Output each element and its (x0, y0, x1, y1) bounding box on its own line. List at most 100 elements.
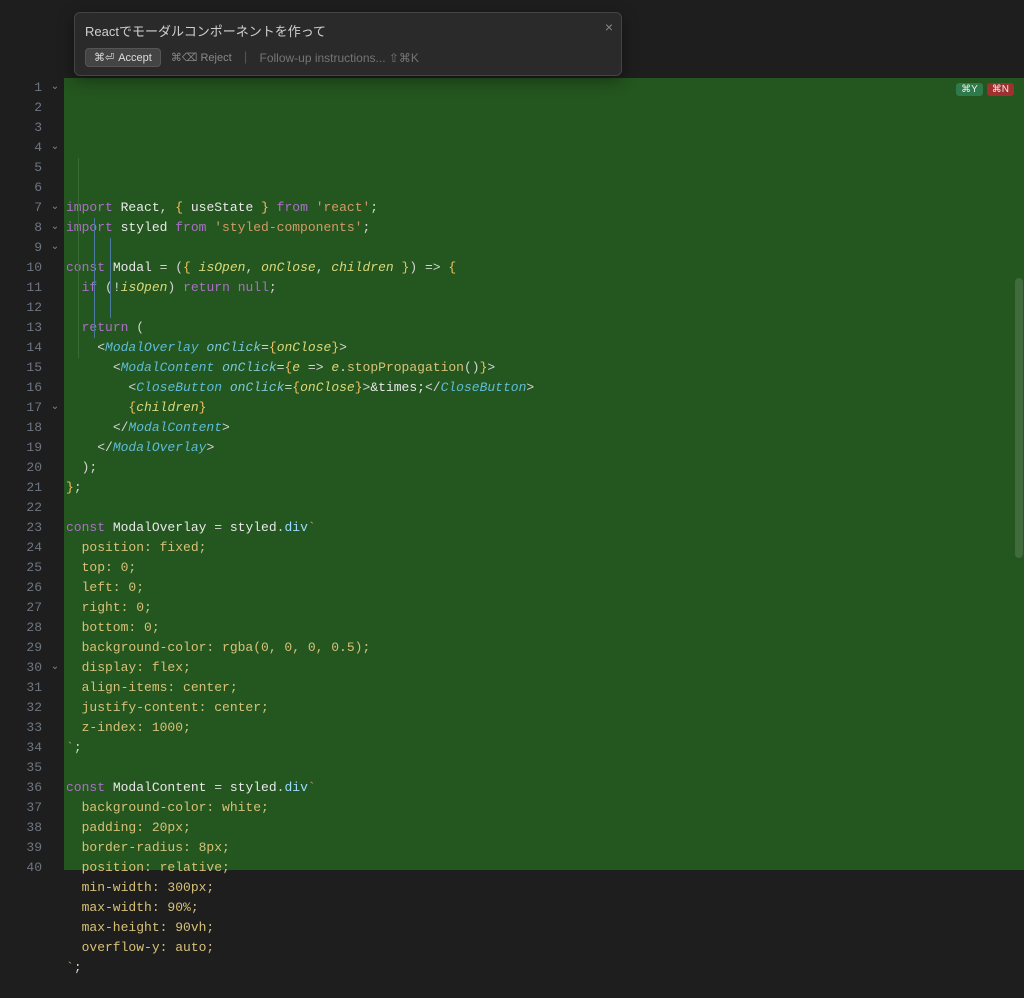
line-number: 27 (0, 598, 42, 618)
vertical-scrollbar[interactable] (1014, 78, 1024, 870)
code-line[interactable] (66, 758, 1024, 778)
code-line[interactable]: left: 0; (66, 578, 1024, 598)
code-line[interactable]: position: relative; (66, 858, 1024, 878)
code-line[interactable]: import styled from 'styled-components'; (66, 218, 1024, 238)
code-line[interactable]: import React, { useState } from 'react'; (66, 198, 1024, 218)
code-line[interactable]: <ModalContent onClick={e => e.stopPropag… (66, 358, 1024, 378)
chevron-down-icon[interactable]: ⌄ (46, 218, 64, 238)
code-line[interactable]: const Modal = ({ isOpen, onClose, childr… (66, 258, 1024, 278)
chevron-down-icon[interactable]: ⌄ (46, 238, 64, 258)
code-line[interactable] (66, 238, 1024, 258)
code-line[interactable]: background-color: white; (66, 798, 1024, 818)
line-number: 5 (0, 158, 42, 178)
fold-spacer (46, 458, 64, 478)
fold-spacer (46, 538, 64, 558)
code-line[interactable]: const ModalContent = styled.div` (66, 778, 1024, 798)
code-line[interactable]: min-width: 300px; (66, 878, 1024, 898)
line-number: 29 (0, 638, 42, 658)
line-number: 18 (0, 418, 42, 438)
code-line[interactable]: z-index: 1000; (66, 718, 1024, 738)
line-number: 4 (0, 138, 42, 158)
accept-shortcut-badge[interactable]: ⌘Y (956, 83, 983, 96)
code-line[interactable]: `; (66, 738, 1024, 758)
code-line[interactable]: position: fixed; (66, 538, 1024, 558)
ai-inline-panel: Reactでモーダルコンポーネントを作って × ⌘⏎ Accept ⌘⌫ Rej… (74, 12, 622, 76)
chevron-down-icon[interactable]: ⌄ (46, 78, 64, 98)
code-line[interactable]: max-height: 90vh; (66, 918, 1024, 938)
line-number: 9 (0, 238, 42, 258)
code-line[interactable]: ); (66, 458, 1024, 478)
line-number: 33 (0, 718, 42, 738)
code-line[interactable]: <ModalOverlay onClick={onClose}> (66, 338, 1024, 358)
code-line[interactable]: border-radius: 8px; (66, 838, 1024, 858)
followup-input[interactable] (259, 51, 611, 65)
code-line[interactable]: background-color: rgba(0, 0, 0, 0.5); (66, 638, 1024, 658)
chevron-down-icon[interactable]: ⌄ (46, 198, 64, 218)
code-line[interactable]: top: 0; (66, 558, 1024, 578)
accept-kbd: ⌘⏎ (94, 51, 114, 64)
code-line[interactable]: padding: 20px; (66, 818, 1024, 838)
code-line[interactable]: <CloseButton onClick={onClose}>&times;</… (66, 378, 1024, 398)
fold-spacer (46, 318, 64, 338)
code-line[interactable]: bottom: 0; (66, 618, 1024, 638)
code-line[interactable]: {children} (66, 398, 1024, 418)
chevron-down-icon[interactable]: ⌄ (46, 138, 64, 158)
scrollbar-thumb[interactable] (1015, 278, 1023, 558)
code-line[interactable]: `; (66, 958, 1024, 978)
chevron-down-icon[interactable]: ⌄ (46, 658, 64, 678)
line-number: 23 (0, 518, 42, 538)
line-number: 6 (0, 178, 42, 198)
code-line[interactable]: right: 0; (66, 598, 1024, 618)
fold-spacer (46, 478, 64, 498)
line-number: 1 (0, 78, 42, 98)
line-number: 35 (0, 758, 42, 778)
line-number: 36 (0, 778, 42, 798)
accept-button[interactable]: ⌘⏎ Accept (85, 48, 161, 67)
code-line[interactable]: align-items: center; (66, 678, 1024, 698)
code-line[interactable]: justify-content: center; (66, 698, 1024, 718)
line-number: 19 (0, 438, 42, 458)
fold-spacer (46, 698, 64, 718)
code-line[interactable]: </ModalContent> (66, 418, 1024, 438)
code-line[interactable]: }; (66, 478, 1024, 498)
code-line[interactable]: </ModalOverlay> (66, 438, 1024, 458)
code-line[interactable] (66, 498, 1024, 518)
fold-gutter: ⌄⌄⌄⌄⌄⌄⌄ (46, 78, 64, 870)
code-editor[interactable]: 1234567891011121314151617181920212223242… (0, 78, 1024, 870)
code-line[interactable]: if (!isOpen) return null; (66, 278, 1024, 298)
code-line[interactable]: max-width: 90%; (66, 898, 1024, 918)
line-number: 22 (0, 498, 42, 518)
code-line[interactable]: return ( (66, 318, 1024, 338)
code-line[interactable]: const ModalOverlay = styled.div` (66, 518, 1024, 538)
fold-spacer (46, 718, 64, 738)
reject-shortcut-badge[interactable]: ⌘N (987, 83, 1014, 96)
fold-spacer (46, 798, 64, 818)
line-number: 3 (0, 118, 42, 138)
fold-spacer (46, 158, 64, 178)
line-number: 38 (0, 818, 42, 838)
fold-spacer (46, 378, 64, 398)
line-number: 13 (0, 318, 42, 338)
line-number: 24 (0, 538, 42, 558)
code-area[interactable]: import React, { useState } from 'react';… (64, 78, 1024, 870)
code-line[interactable]: display: flex; (66, 658, 1024, 678)
close-icon[interactable]: × (605, 19, 613, 35)
fold-spacer (46, 838, 64, 858)
fold-spacer (46, 298, 64, 318)
reject-button[interactable]: ⌘⌫ Reject (171, 51, 232, 64)
line-number: 40 (0, 858, 42, 878)
line-number-gutter: 1234567891011121314151617181920212223242… (0, 78, 46, 870)
line-number: 14 (0, 338, 42, 358)
fold-spacer (46, 338, 64, 358)
line-number: 25 (0, 558, 42, 578)
fold-spacer (46, 438, 64, 458)
ai-toolbar: ⌘⏎ Accept ⌘⌫ Reject | (85, 48, 611, 67)
code-line[interactable] (66, 978, 1024, 998)
fold-spacer (46, 778, 64, 798)
fold-spacer (46, 578, 64, 598)
reject-label: Reject (200, 52, 231, 64)
code-line[interactable] (66, 298, 1024, 318)
line-number: 39 (0, 838, 42, 858)
chevron-down-icon[interactable]: ⌄ (46, 398, 64, 418)
code-line[interactable]: overflow-y: auto; (66, 938, 1024, 958)
